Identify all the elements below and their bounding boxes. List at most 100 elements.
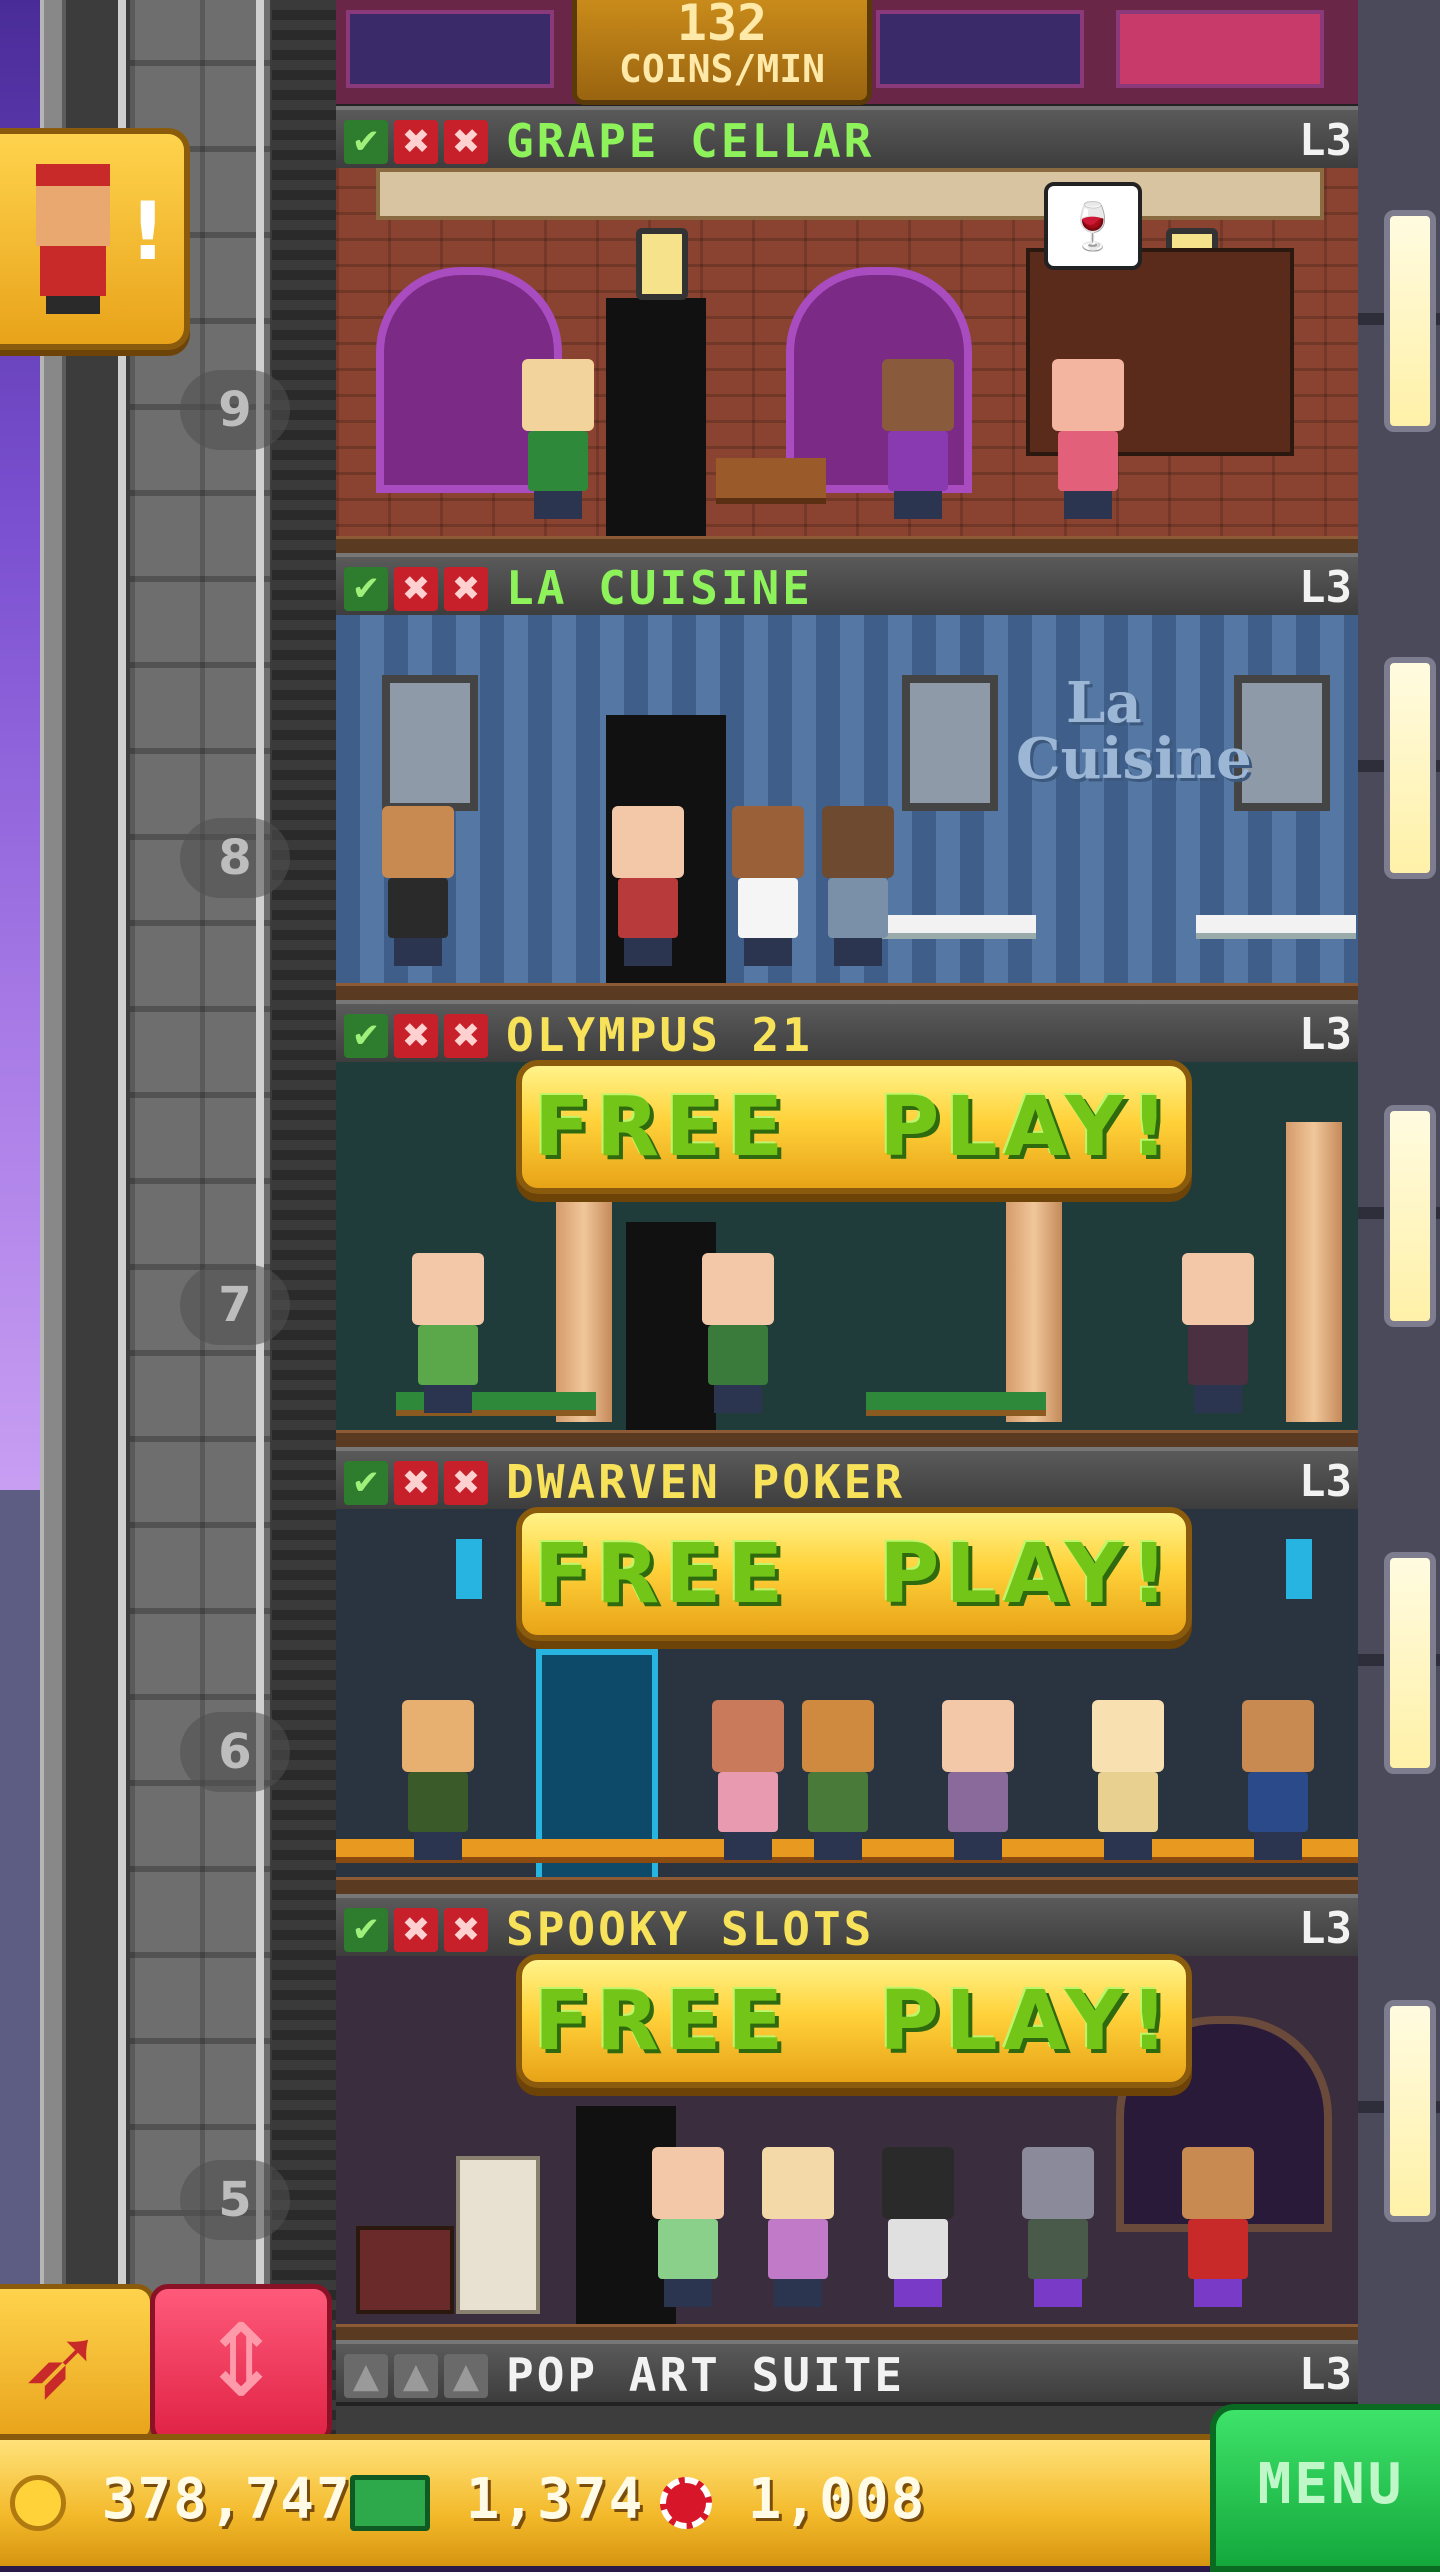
chips-stat[interactable]: 1,008 <box>660 2460 926 2540</box>
wine-barrel-table <box>716 458 826 504</box>
guest-character[interactable] <box>516 359 600 519</box>
chef-character[interactable] <box>726 806 810 966</box>
menu-button[interactable]: MENU <box>1210 2404 1440 2572</box>
coins-stat[interactable]: 378,747 <box>10 2460 352 2540</box>
stock-check-icon: ✔ <box>344 1461 388 1505</box>
floor-status-icons: ✔ ✖ ✖ <box>344 1461 488 1505</box>
floor-la-cuisine[interactable]: ✔ ✖ ✖ LA CUISINE L3 La Cuisine <box>336 553 1358 1000</box>
stock-x-icon: ✖ <box>394 1014 438 1058</box>
guest-character[interactable] <box>706 1700 790 1860</box>
stock-x-icon: ✖ <box>444 567 488 611</box>
stock-check-icon: ✔ <box>344 1014 388 1058</box>
la-cuisine-logo-line2: Cuisine <box>1016 726 1252 792</box>
waiter-character[interactable] <box>376 806 460 966</box>
stock-empty-icon: ▲ <box>394 2354 438 2398</box>
floor-edge <box>336 983 1358 1000</box>
elevator-arrows-icon: ⇕ <box>199 2302 283 2419</box>
floor-level: L3 <box>1299 115 1352 166</box>
floor-header: ✔ ✖ ✖ DWARVEN POKER L3 <box>336 1447 1358 1513</box>
exterior-window <box>1384 657 1436 879</box>
bux-stat[interactable]: 1,374 <box>350 2460 644 2540</box>
floor-level: L3 <box>1299 562 1352 613</box>
stock-empty-icon: ▲ <box>344 2354 388 2398</box>
stock-x-icon: ✖ <box>394 567 438 611</box>
free-play-label-play: PLAY! <box>879 1079 1174 1175</box>
floor-status-icons: ✔ ✖ ✖ <box>344 120 488 164</box>
stock-check-icon: ✔ <box>344 567 388 611</box>
guest-character[interactable] <box>696 1253 780 1413</box>
free-play-label-play: PLAY! <box>879 1526 1174 1622</box>
floor-grape-cellar[interactable]: ✔ ✖ ✖ GRAPE CELLAR L3 🍷 <box>336 106 1358 553</box>
floor-spooky-slots[interactable]: ✔ ✖ ✖ SPOOKY SLOTS L3 FREE PLAY! <box>336 1894 1358 2341</box>
stock-check-icon: ✔ <box>344 1908 388 1952</box>
currency-bar: 378,747 1,374 1,008 <box>0 2434 1210 2566</box>
robot-character[interactable] <box>876 2147 960 2307</box>
elevator-button[interactable]: ⇕ <box>150 2284 332 2444</box>
guest-character[interactable] <box>1176 1253 1260 1413</box>
floor-number-8: 8 <box>180 818 290 898</box>
wine-request-bubble[interactable]: 🍷 <box>1044 182 1142 270</box>
floor-status-icons: ✔ ✖ ✖ <box>344 1908 488 1952</box>
floor-pop-art-suite[interactable]: ▲ ▲ ▲ POP ART SUITE L3 <box>336 2340 1358 2434</box>
stock-empty-icon: ▲ <box>444 2354 488 2398</box>
free-play-button[interactable]: FREE PLAY! <box>516 1954 1192 2088</box>
bartender-character[interactable] <box>1046 359 1130 519</box>
floor-above-decor <box>346 10 554 88</box>
chips-value: 1,008 <box>747 2467 927 2532</box>
elevator-rail-left <box>40 0 66 2560</box>
stock-x-icon: ✖ <box>444 1908 488 1952</box>
guest-character[interactable] <box>876 359 960 519</box>
rocket-button[interactable]: ➶ <box>0 2284 155 2444</box>
stock-x-icon: ✖ <box>394 1908 438 1952</box>
floor-edge <box>336 1430 1358 1447</box>
guest-character[interactable] <box>646 2147 730 2307</box>
guest-character[interactable] <box>756 2147 840 2307</box>
free-play-label-free: FREE <box>534 1526 790 1622</box>
bellboy-button[interactable]: ! <box>0 128 190 350</box>
guest-character[interactable] <box>816 806 900 966</box>
guest-character[interactable] <box>1086 1700 1170 1860</box>
free-play-label-free: FREE <box>534 1079 790 1175</box>
lantern-icon <box>636 228 688 300</box>
card-table <box>866 1392 1046 1416</box>
free-play-button[interactable]: FREE PLAY! <box>516 1507 1192 1641</box>
exterior-window <box>1384 1552 1436 1774</box>
floor-status-icons: ✔ ✖ ✖ <box>344 567 488 611</box>
guest-character[interactable] <box>396 1700 480 1860</box>
coin-icon <box>10 2474 66 2531</box>
la-cuisine-logo-line1: La <box>1066 670 1142 736</box>
floor-olympus-21[interactable]: ✔ ✖ ✖ OLYMPUS 21 L3 FREE PLAY! <box>336 1000 1358 1447</box>
exterior-window <box>1384 210 1436 432</box>
glowing-wall-panel <box>456 1539 482 1599</box>
bar-counter <box>376 168 1324 220</box>
greek-column <box>1286 1122 1342 1422</box>
stock-x-icon: ✖ <box>444 120 488 164</box>
wizard-dwarf-character[interactable] <box>1236 1700 1320 1860</box>
floor-level: L3 <box>1299 1009 1352 1060</box>
doorway <box>606 298 706 538</box>
zombie-character[interactable] <box>1016 2147 1100 2307</box>
coins-per-minute-unit: COINS/MIN <box>619 47 825 91</box>
floor-header: ✔ ✖ ✖ OLYMPUS 21 L3 <box>336 1000 1358 1066</box>
floor-header: ✔ ✖ ✖ GRAPE CELLAR L3 <box>336 106 1358 172</box>
candle-table <box>356 2226 454 2314</box>
floor-dwarven-poker[interactable]: ✔ ✖ ✖ DWARVEN POKER L3 FREE PLAY! <box>336 1447 1358 1894</box>
floor-number-9: 9 <box>180 370 290 450</box>
guest-character[interactable] <box>406 1253 490 1413</box>
slot-machine <box>456 2156 540 2314</box>
dwarf-character[interactable] <box>796 1700 880 1860</box>
bellhop-character[interactable] <box>1176 2147 1260 2307</box>
floor-edge <box>336 1877 1358 1894</box>
elevator-shaft: 9 8 7 6 5 <box>40 0 372 2560</box>
guest-character[interactable] <box>606 806 690 966</box>
floor-name: OLYMPUS 21 <box>506 1008 813 1062</box>
guest-character[interactable] <box>936 1700 1020 1860</box>
floor-above-decor <box>876 10 1084 88</box>
free-play-button[interactable]: FREE PLAY! <box>516 1060 1192 1194</box>
stock-x-icon: ✖ <box>444 1014 488 1058</box>
floor-level: L3 <box>1299 1456 1352 1507</box>
floor-header: ✔ ✖ ✖ SPOOKY SLOTS L3 <box>336 1894 1358 1960</box>
free-play-label-play: PLAY! <box>879 1973 1174 2069</box>
floor-scene: 🍷 <box>336 168 1358 553</box>
coins-value: 378,747 <box>101 2467 352 2532</box>
